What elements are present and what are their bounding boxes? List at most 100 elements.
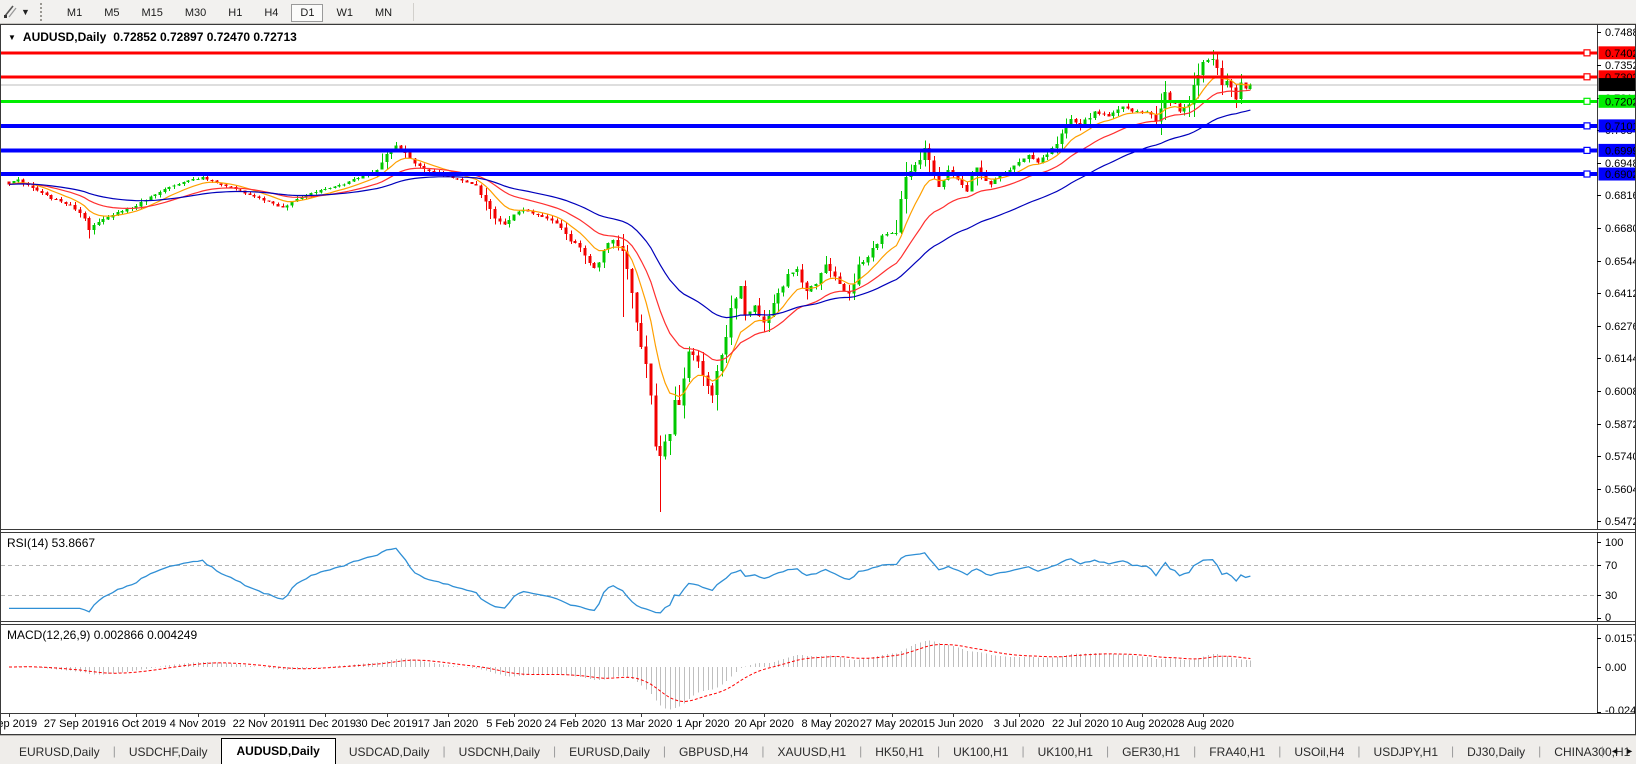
chart-tab-usdcnh-daily[interactable]: USDCNH,Daily (446, 741, 553, 764)
macd-axis-tick: 0.015741 (1605, 633, 1635, 645)
price-chart-canvas[interactable]: 0.748800.735200.721600.708400.694800.681… (1, 25, 1635, 529)
chart-tab-usdchf-daily[interactable]: USDCHF,Daily (116, 741, 221, 764)
date-label: 11 Dec 2019 (294, 718, 357, 730)
tabs-scroll-controls: | ◄ ► (1601, 744, 1634, 758)
date-tick-mark (830, 714, 832, 717)
date-label: 9 Sep 2019 (1, 718, 38, 730)
date-tick-mark (702, 714, 704, 717)
date-label: 30 Dec 2019 (355, 718, 418, 730)
timeframe-button-h4[interactable]: H4 (255, 4, 287, 22)
timeframe-button-m1[interactable]: M1 (58, 4, 91, 22)
date-label: 8 May 2020 (801, 718, 860, 730)
date-tick-mark (641, 714, 643, 717)
chart-tab-usdcad-daily[interactable]: USDCAD,Daily (336, 741, 443, 764)
date-tick-mark (386, 714, 388, 717)
date-label: 27 May 2020 (859, 718, 924, 730)
chart-tab-eurusd-daily[interactable]: EURUSD,Daily (556, 741, 663, 764)
hline-price-label: 0.74021 (1605, 48, 1635, 60)
price-tick: 0.64120 (1605, 288, 1635, 300)
chart-tab-uk100-h1[interactable]: UK100,H1 (940, 741, 1021, 764)
tabs-scroll-left-icon[interactable]: ◄ (1610, 746, 1619, 756)
date-label: 28 Aug 2020 (1172, 718, 1235, 730)
main-chart-pane[interactable]: 0.748800.735200.721600.708400.694800.681… (1, 25, 1635, 530)
price-tick: 0.73520 (1605, 60, 1635, 72)
chart-symbol-period: AUDUSD,Daily (22, 30, 107, 44)
chart-tab-fra40-h1[interactable]: FRA40,H1 (1196, 741, 1278, 764)
chart-tab-ger30-h1[interactable]: GER30,H1 (1109, 741, 1193, 764)
date-tick-mark (197, 714, 199, 717)
timeframe-button-m15[interactable]: M15 (132, 4, 171, 22)
date-tick-mark (891, 714, 893, 717)
date-tick-mark (953, 714, 954, 717)
hline-price-label: 0.72022 (1605, 96, 1635, 108)
date-tick-mark (764, 714, 766, 717)
rsi-axis-tick: 30 (1605, 590, 1617, 602)
date-tick-mark (575, 714, 577, 717)
chart-toolbar: ▼ M1 M5 M15 M30 H1 H4 D1 W1 MN (0, 0, 1636, 24)
date-tick-mark (75, 714, 77, 717)
date-label: 5 Feb 2020 (486, 718, 542, 730)
date-label: 15 Jun 2020 (922, 718, 984, 730)
chart-title: ▼ AUDUSD,Daily 0.72852 0.72897 0.72470 0… (8, 30, 297, 44)
chart-window: 0.748800.735200.721600.708400.694800.681… (0, 24, 1636, 735)
crosshair-icon[interactable] (1, 4, 19, 20)
price-tick: 0.66800 (1605, 223, 1635, 235)
macd-label: MACD(12,26,9) 0.002866 0.004249 (7, 628, 198, 642)
timeframe-button-m5[interactable]: M5 (95, 4, 128, 22)
macd-pane[interactable]: 0.015741 0.00 -0.02441 MACD(12,26,9) 0.002… (1, 624, 1635, 714)
chart-tab-hk50-h1[interactable]: HK50,H1 (862, 741, 937, 764)
date-tick-mark (9, 714, 10, 717)
timeframe-toolbar: M1 M5 M15 M30 H1 H4 D1 W1 MN (56, 3, 403, 22)
chart-tabs: EURUSD,Daily | USDCHF,Daily AUDUSD,Daily USD… (6, 736, 1636, 764)
toolbar-separator (413, 2, 415, 21)
toolbar-grip[interactable] (39, 2, 46, 21)
date-label: 20 Apr 2020 (734, 718, 794, 730)
chart-tab-dj30-daily[interactable]: DJ30,Daily (1454, 741, 1538, 764)
date-tick-mark (514, 714, 516, 717)
chevron-down-icon[interactable]: ▼ (21, 7, 30, 17)
chart-tab-xauusd-h1[interactable]: XAUUSD,H1 (764, 741, 859, 764)
price-tick: 0.68160 (1605, 190, 1635, 202)
mt4-terminal: ▼ M1M5M15M30H1H4D1W1MN 0.748800.735200.7… (0, 0, 1636, 764)
rsi-pane[interactable]: 100 70 30 0 RSI(14) 53.8667 (1, 532, 1635, 622)
hline-price-label: 0.71010 (1605, 121, 1635, 133)
price-tick: 0.60080 (1605, 386, 1635, 398)
chart-tab-eurusd-daily[interactable]: EURUSD,Daily (6, 741, 113, 764)
chart-tab-audusd-daily[interactable]: AUDUSD,Daily (220, 738, 336, 764)
tabs-scroll-right-icon[interactable]: ► (1625, 746, 1634, 756)
collapse-triangle-icon[interactable]: ▼ (8, 33, 16, 42)
date-label: 3 Jul 2020 (993, 718, 1045, 730)
date-tick-mark (1080, 714, 1082, 717)
hline-price-label: 0.69025 (1605, 169, 1635, 181)
rsi-axis-tick: 70 (1605, 560, 1617, 572)
date-label: 24 Feb 2020 (544, 718, 607, 730)
price-tick: 0.61440 (1605, 353, 1635, 365)
macd-axis-tick: 0.00 (1605, 662, 1626, 674)
chart-tab-gbpusd-h4[interactable]: GBPUSD,H4 (666, 741, 761, 764)
rsi-canvas[interactable]: 100 70 30 0 (1, 533, 1635, 621)
macd-canvas[interactable]: 0.015741 0.00 -0.02441 (1, 625, 1635, 713)
chart-tab-usdjpy-h1[interactable]: USDJPY,H1 (1361, 741, 1451, 764)
rsi-axis-tick: 0 (1605, 612, 1611, 621)
rsi-label: RSI(14) 53.8667 (7, 536, 96, 550)
date-label: 17 Jan 2020 (417, 718, 479, 730)
chart-tab-uk100-h1[interactable]: UK100,H1 (1025, 741, 1106, 764)
macd-axis-tick: -0.02441 (1605, 705, 1635, 713)
tabs-scroll-divider: | (1601, 744, 1605, 758)
hline-price-label: 0.69999 (1605, 145, 1635, 157)
date-label: 4 Nov 2019 (169, 718, 226, 730)
date-label: 13 Mar 2020 (610, 718, 673, 730)
chart-tab-usoil-h4[interactable]: USOil,H4 (1281, 741, 1357, 764)
rsi-axis-tick: 100 (1605, 537, 1623, 549)
price-tick: 0.74880 (1605, 27, 1635, 39)
price-tick: 0.58720 (1605, 419, 1635, 431)
timeframe-button-mn[interactable]: MN (366, 4, 401, 22)
date-label: 10 Aug 2020 (1110, 718, 1173, 730)
timeframe-button-d1[interactable]: D1 (291, 3, 324, 22)
timeframe-button-m30[interactable]: M30 (176, 4, 215, 22)
date-tick-mark (1141, 714, 1143, 717)
date-axis[interactable]: 9 Sep 2019 27 Sep 201916 Oct 20194 Nov 20… (1, 714, 1635, 734)
timeframe-button-h1[interactable]: H1 (219, 4, 251, 22)
date-label: 16 Oct 2019 (106, 718, 167, 730)
timeframe-button-w1[interactable]: W1 (327, 4, 362, 22)
